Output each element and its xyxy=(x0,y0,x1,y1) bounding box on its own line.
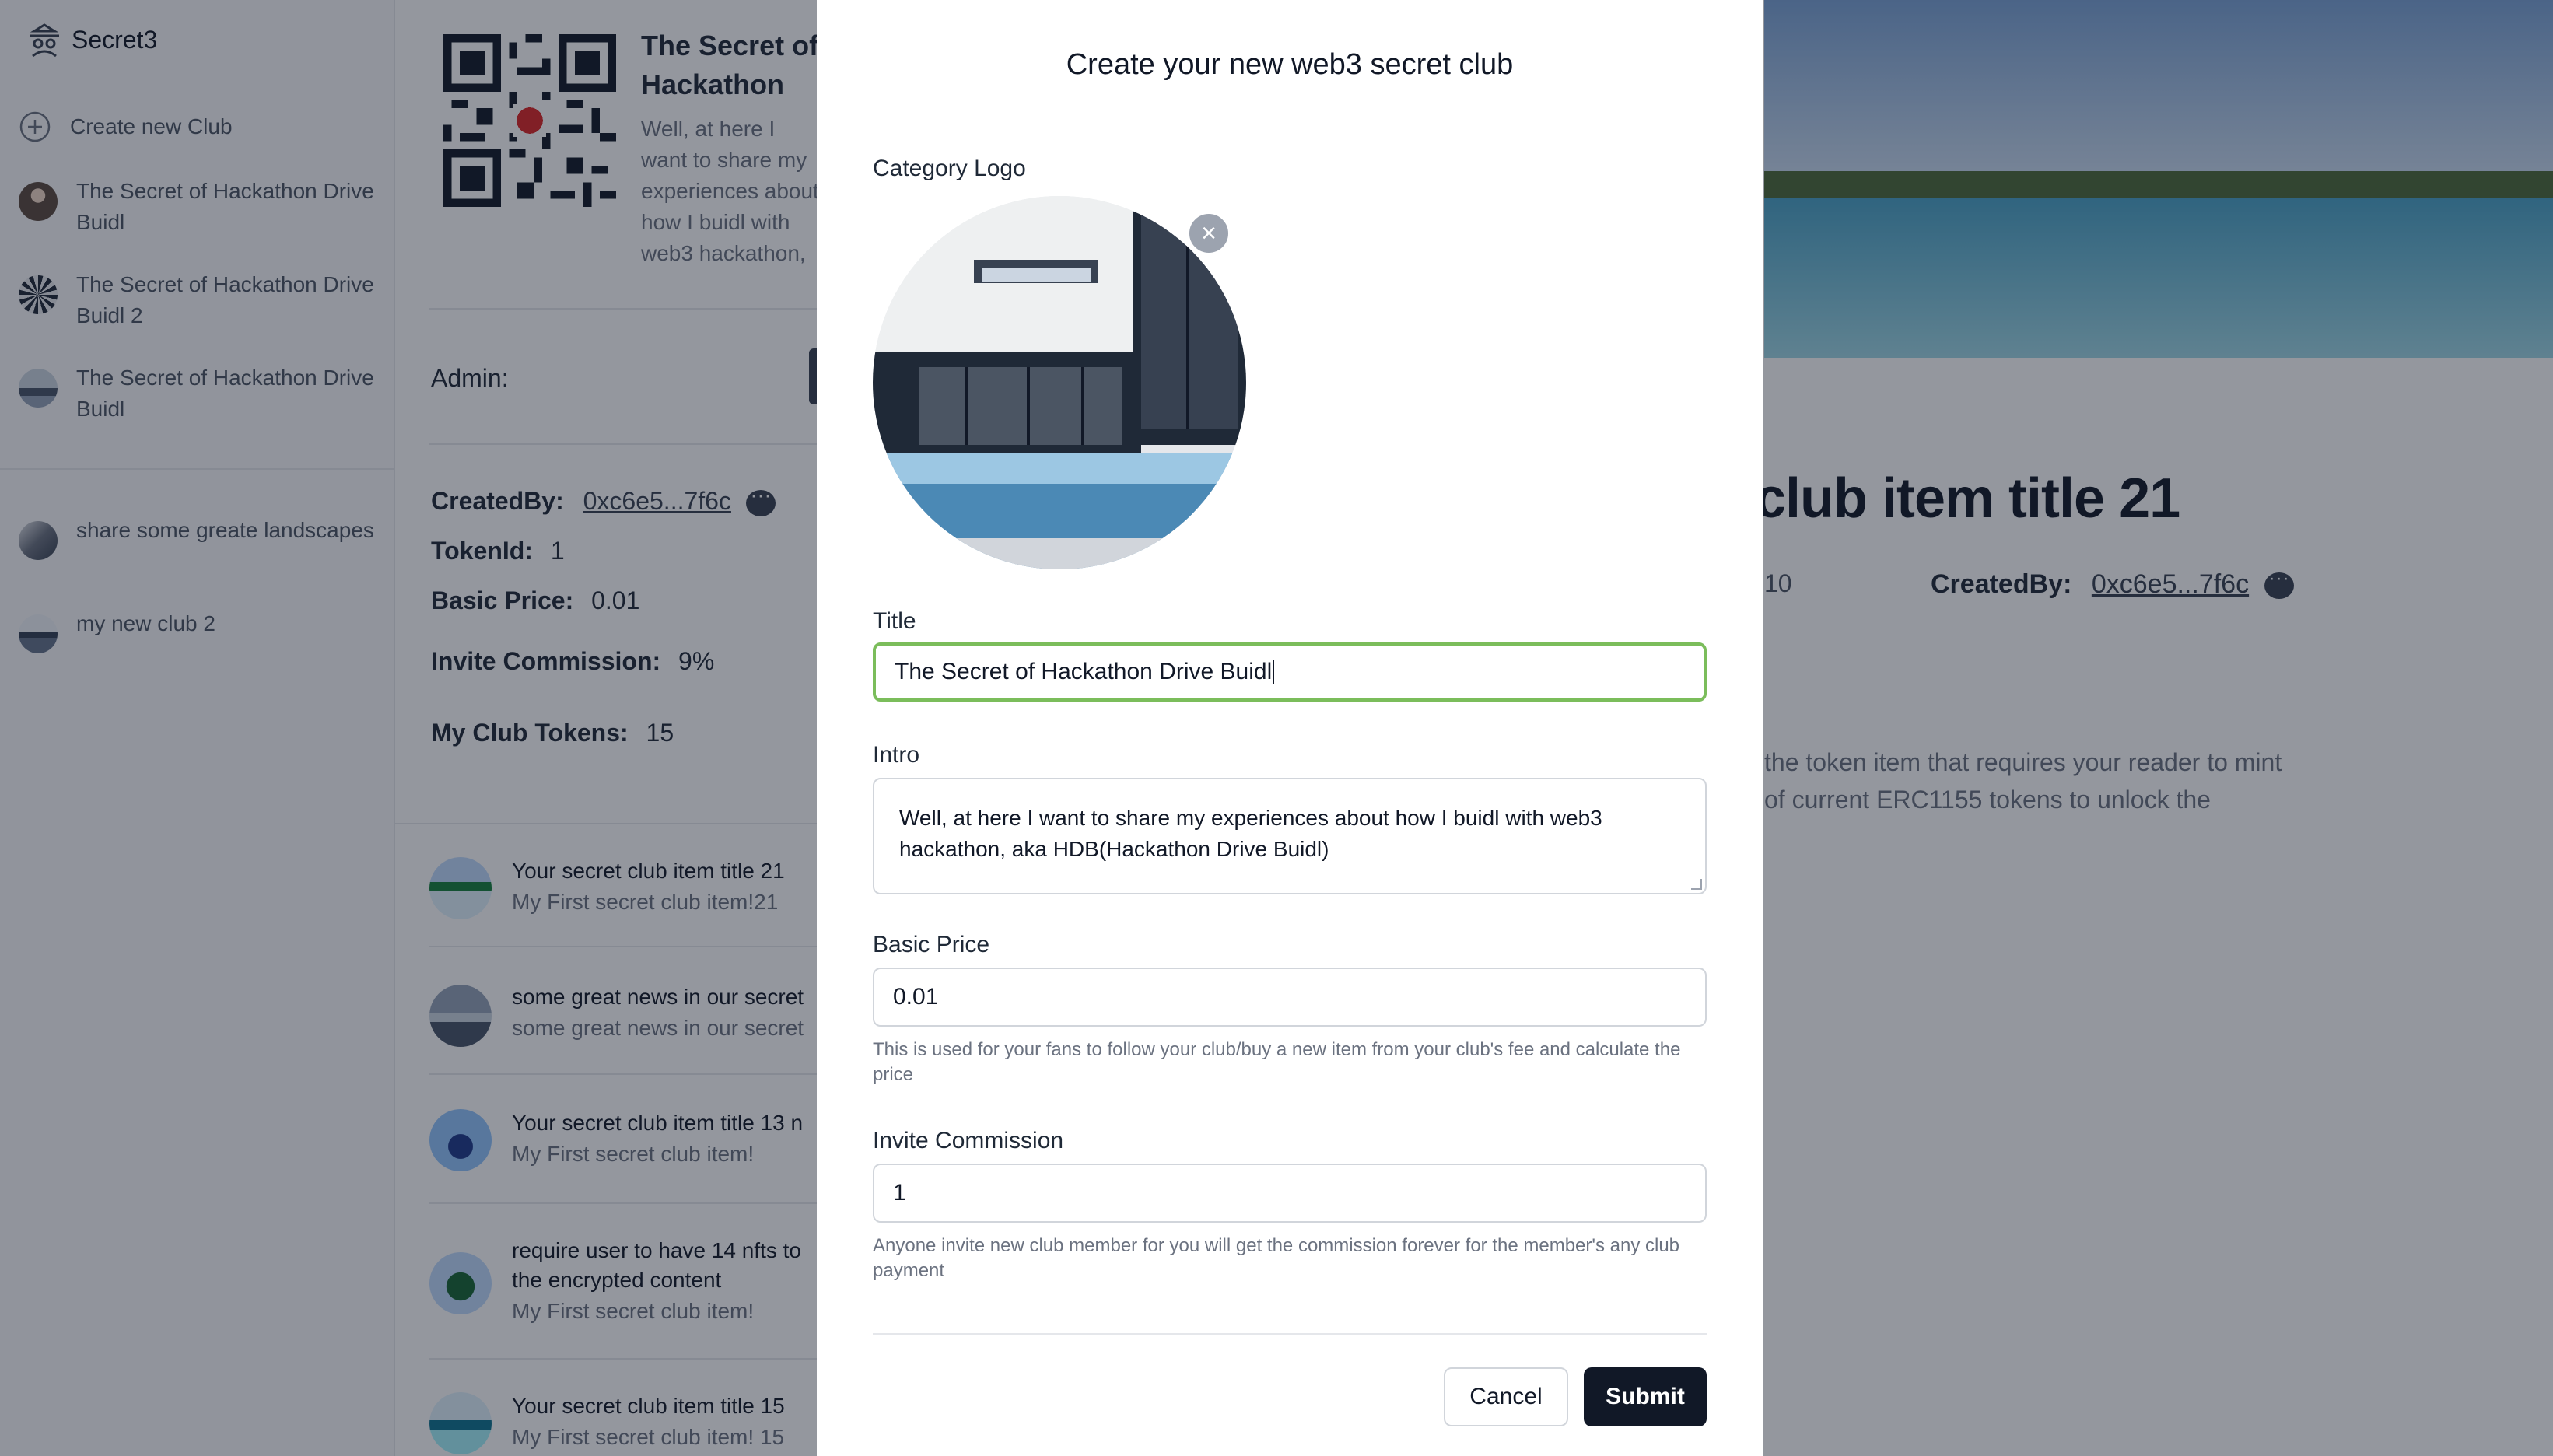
basic-price-label: Basic Price xyxy=(873,932,990,957)
basic-price-input-value: 0.01 xyxy=(893,984,939,1010)
title-input[interactable]: The Secret of Hackathon Drive Buidl xyxy=(873,642,1707,702)
category-logo-label: Category Logo xyxy=(873,156,1026,181)
modal-title: Create your new web3 secret club xyxy=(1066,48,1514,81)
basic-price-help: This is used for your fans to follow you… xyxy=(873,1039,1681,1085)
text-caret xyxy=(1273,660,1275,684)
modal-footer-divider xyxy=(873,1333,1707,1335)
close-icon: × xyxy=(1201,218,1217,248)
submit-button[interactable]: Submit xyxy=(1584,1367,1707,1426)
remove-logo-button[interactable]: × xyxy=(1187,212,1231,255)
title-input-value: The Secret of Hackathon Drive Buidl xyxy=(895,659,1273,684)
intro-textarea[interactable]: Well, at here I want to share my experie… xyxy=(873,778,1707,894)
category-logo-image[interactable] xyxy=(873,196,1246,569)
invite-commission-help: Anyone invite new club member for you wi… xyxy=(873,1235,1680,1281)
invite-commission-label: Invite Commission xyxy=(873,1128,1064,1153)
title-label: Title xyxy=(873,608,916,634)
resize-handle-icon[interactable] xyxy=(1691,879,1702,890)
create-club-modal: Create your new web3 secret club Categor… xyxy=(817,0,1763,1456)
invite-commission-input-value: 1 xyxy=(893,1180,906,1206)
intro-label: Intro xyxy=(873,742,920,768)
invite-commission-input[interactable]: 1 xyxy=(873,1164,1707,1223)
intro-textarea-value: Well, at here I want to share my experie… xyxy=(899,806,1602,861)
cancel-button[interactable]: Cancel xyxy=(1444,1367,1568,1426)
basic-price-input[interactable]: 0.01 xyxy=(873,968,1707,1027)
